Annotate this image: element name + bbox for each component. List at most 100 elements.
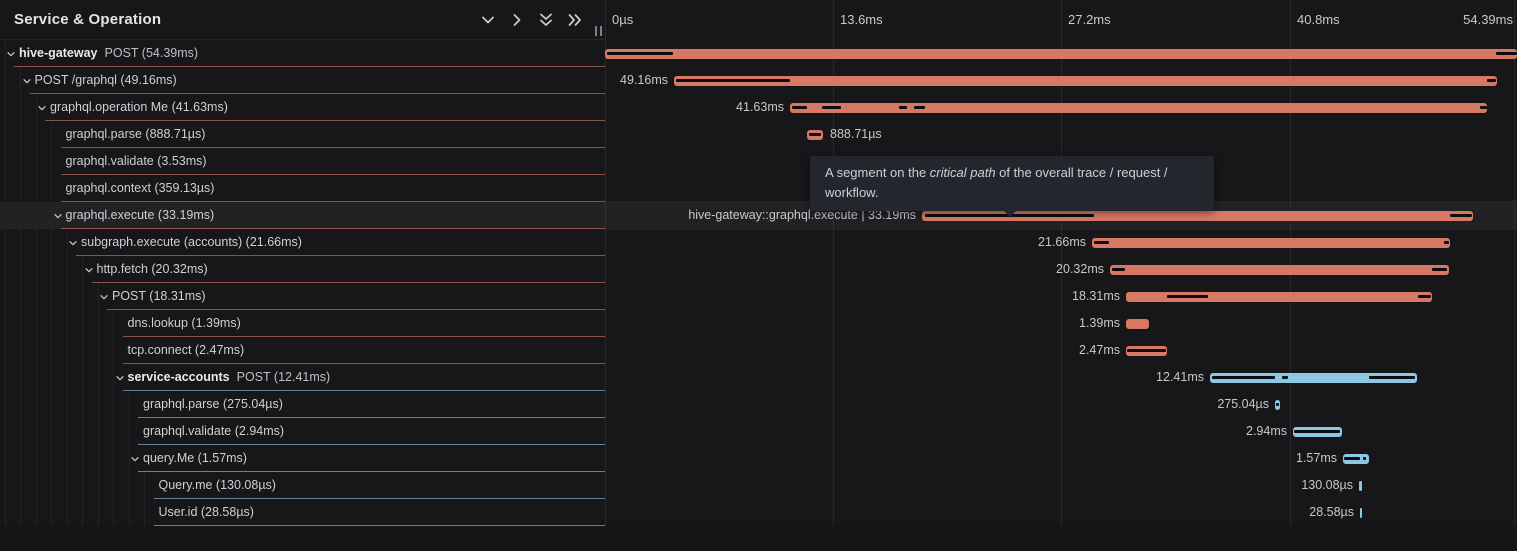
- indent-guide: [98, 337, 99, 364]
- indent-guide: [98, 499, 99, 526]
- indent-guide: [51, 418, 52, 445]
- indent-guide: [51, 445, 52, 472]
- span-bar[interactable]: [1092, 238, 1450, 248]
- chevron-down-icon[interactable]: [68, 238, 78, 248]
- span-row[interactable]: service-accountsPOST (12.41ms): [0, 364, 605, 391]
- span-row[interactable]: hive-gateway POST (54.39ms): [0, 40, 605, 67]
- timeline-row: 20.32ms: [605, 256, 1517, 283]
- operation-name: POST (54.39ms): [105, 46, 199, 60]
- indent-guide: [82, 499, 83, 526]
- critical-path-segment: [676, 79, 790, 82]
- critical-path-segment: [1369, 376, 1415, 379]
- span-row[interactable]: User.id (28.58µs): [0, 499, 605, 526]
- span-label: graphql.operation Me (41.63ms): [50, 94, 228, 121]
- timeline-row: [605, 40, 1517, 67]
- critical-path-segment: [1480, 106, 1487, 109]
- span-row[interactable]: dns.lookup (1.39ms): [0, 310, 605, 337]
- indent-guide: [20, 229, 21, 256]
- span-label: User.id (28.58µs): [159, 499, 254, 526]
- indent-guide: [20, 499, 21, 526]
- indent-guide: [51, 472, 52, 499]
- indent-guide: [5, 499, 6, 526]
- critical-path-segment: [1212, 376, 1275, 379]
- span-bar[interactable]: [1210, 373, 1417, 383]
- span-row[interactable]: Query.me (130.08µs): [0, 472, 605, 499]
- span-row[interactable]: http.fetch (20.32ms): [0, 256, 605, 283]
- indent-guide: [129, 472, 130, 499]
- timeline-row: 130.08µs: [605, 472, 1517, 499]
- span-row[interactable]: query.Me (1.57ms): [0, 445, 605, 472]
- span-panel-header: Service & Operation: [0, 0, 605, 40]
- span-bar[interactable]: [1360, 508, 1362, 518]
- double-chevron-right-icon[interactable]: [567, 12, 583, 28]
- span-bar[interactable]: [1110, 265, 1449, 275]
- span-row[interactable]: graphql.execute (33.19ms): [0, 202, 605, 229]
- indent-guide: [51, 175, 52, 202]
- span-row[interactable]: POST (18.31ms): [0, 283, 605, 310]
- span-row[interactable]: graphql.context (359.13µs): [0, 175, 605, 202]
- span-duration-label: 2.94ms: [1246, 418, 1287, 445]
- chevron-right-icon[interactable]: [509, 12, 525, 28]
- span-bar[interactable]: [1126, 292, 1432, 302]
- axis-tick-label: 13.6ms: [840, 0, 883, 40]
- span-row[interactable]: tcp.connect (2.47ms): [0, 337, 605, 364]
- chevron-down-icon[interactable]: [480, 12, 496, 28]
- indent-guide: [51, 229, 52, 256]
- indent-guide: [36, 310, 37, 337]
- span-bar[interactable]: [605, 49, 1517, 59]
- chevron-down-icon[interactable]: [53, 211, 63, 221]
- tooltip-text: A segment on the: [825, 165, 930, 180]
- span-bar[interactable]: [1343, 454, 1369, 464]
- indent-guide: [51, 256, 52, 283]
- span-row[interactable]: graphql.validate (2.94ms): [0, 418, 605, 445]
- timeline-row: 41.63ms: [605, 94, 1517, 121]
- span-row[interactable]: graphql.operation Me (41.63ms): [0, 94, 605, 121]
- indent-guide: [67, 364, 68, 391]
- indent-guide: [5, 391, 6, 418]
- span-bar[interactable]: [1126, 319, 1149, 329]
- span-row[interactable]: graphql.parse (888.71µs): [0, 121, 605, 148]
- span-duration-label: 130.08µs: [1301, 472, 1353, 499]
- span-row[interactable]: POST /graphql (49.16ms): [0, 67, 605, 94]
- tooltip-emphasis: critical path: [930, 165, 996, 180]
- column-resizer-handle[interactable]: [595, 26, 602, 36]
- critical-path-segment: [1094, 241, 1109, 244]
- indent-guide: [5, 121, 6, 148]
- span-bar[interactable]: [790, 103, 1487, 113]
- timeline-row: 21.66ms: [605, 229, 1517, 256]
- chevron-down-icon[interactable]: [130, 454, 140, 464]
- chevron-down-icon[interactable]: [84, 265, 94, 275]
- indent-guide: [129, 499, 130, 526]
- indent-guide: [36, 337, 37, 364]
- indent-guide: [5, 94, 6, 121]
- chevron-down-icon[interactable]: [22, 76, 32, 86]
- indent-guide: [144, 472, 145, 499]
- span-label: graphql.execute (33.19ms): [66, 202, 215, 229]
- span-bar[interactable]: [1293, 427, 1342, 437]
- span-bar[interactable]: [807, 130, 823, 140]
- indent-guide: [51, 148, 52, 175]
- service-name: hive-gateway: [19, 46, 98, 60]
- chevron-down-icon[interactable]: [115, 373, 125, 383]
- span-bar[interactable]: [1359, 481, 1362, 491]
- axis-tick-label: 54.39ms: [1463, 0, 1513, 40]
- chevron-down-icon[interactable]: [37, 103, 47, 113]
- span-label: graphql.validate (2.94ms): [143, 418, 284, 445]
- double-chevron-down-icon[interactable]: [538, 12, 554, 28]
- span-bar[interactable]: [1275, 400, 1280, 410]
- span-row[interactable]: graphql.validate (3.53ms): [0, 148, 605, 175]
- indent-guide: [113, 472, 114, 499]
- critical-path-segment: [1418, 295, 1431, 298]
- chevron-down-icon[interactable]: [99, 292, 109, 302]
- span-bar[interactable]: [674, 76, 1497, 86]
- indent-guide: [36, 148, 37, 175]
- span-bar[interactable]: [1126, 346, 1167, 356]
- critical-path-segment: [1444, 241, 1449, 244]
- indent-guide: [20, 283, 21, 310]
- span-name-panel: Service & Operation hive-gateway POST (54…: [0, 0, 605, 551]
- chevron-down-icon[interactable]: [6, 49, 16, 59]
- span-row[interactable]: graphql.parse (275.04µs): [0, 391, 605, 418]
- span-duration-label: 41.63ms: [736, 94, 784, 121]
- span-row[interactable]: subgraph.execute (accounts) (21.66ms): [0, 229, 605, 256]
- indent-guide: [36, 283, 37, 310]
